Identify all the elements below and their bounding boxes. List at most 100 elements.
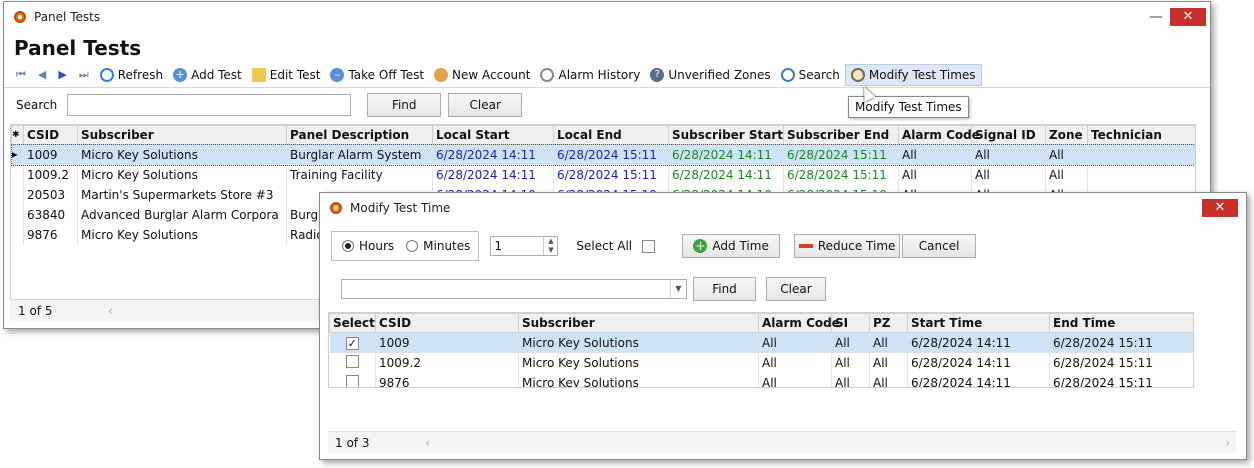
cell-csid: 1009.2 bbox=[375, 352, 519, 373]
amount-spinner[interactable]: 1 ▲ ▼ bbox=[490, 236, 559, 256]
minimize-icon[interactable]: — bbox=[1142, 9, 1170, 25]
edit-test-label: Edit Test bbox=[269, 67, 321, 82]
last-record-icon[interactable]: ⏭ bbox=[73, 68, 95, 82]
cell-csid: 20503 bbox=[23, 184, 78, 205]
refresh-button[interactable]: Refresh bbox=[95, 64, 168, 86]
cell-local-start: 6/28/2024 14:11 bbox=[432, 164, 554, 185]
row-checkbox-checked[interactable]: ✓ bbox=[345, 336, 359, 350]
scroll-right-icon[interactable]: › bbox=[1225, 436, 1230, 450]
col-csid[interactable]: CSID bbox=[23, 125, 78, 145]
cell-technician bbox=[1087, 164, 1195, 185]
cancel-button[interactable]: Cancel bbox=[902, 234, 977, 258]
new-account-button[interactable]: New Account bbox=[429, 64, 535, 86]
cell-subscriber: Micro Key Solutions bbox=[518, 332, 759, 353]
take-off-test-button[interactable]: – Take Off Test bbox=[325, 64, 429, 86]
col-subscriber[interactable]: Subscriber bbox=[77, 125, 287, 145]
cell-subscriber: Micro Key Solutions bbox=[518, 352, 759, 373]
radio-off-icon bbox=[406, 240, 419, 252]
add-time-label: Add Time bbox=[712, 239, 769, 253]
cell-local-start: 6/28/2024 14:11 bbox=[432, 144, 554, 165]
col-local-end[interactable]: Local End bbox=[553, 125, 669, 145]
modify-test-times-button[interactable]: Modify Test Times bbox=[844, 63, 982, 86]
col-signal-id[interactable]: Signal ID bbox=[971, 125, 1046, 145]
filter-combobox[interactable]: ▼ bbox=[341, 279, 687, 299]
col-panel-description[interactable]: Panel Description bbox=[286, 125, 433, 145]
dialog-filter-row: ▼ Find Clear bbox=[341, 277, 826, 301]
edit-test-button[interactable]: Edit Test bbox=[247, 64, 326, 86]
table-row[interactable]: 1009.2 Micro Key Solutions Training Faci… bbox=[11, 164, 1195, 185]
cell-subscriber-start: 6/28/2024 14:11 bbox=[668, 144, 784, 165]
dialog-close-button[interactable]: ✕ bbox=[1202, 199, 1238, 217]
row-indicator-header: ✱ bbox=[11, 125, 24, 145]
search-label: Search bbox=[798, 67, 840, 82]
unverified-zones-button[interactable]: ? Unverified Zones bbox=[645, 64, 775, 86]
row-checkbox[interactable] bbox=[345, 374, 359, 387]
spinner-arrows-icon[interactable]: ▲ ▼ bbox=[543, 237, 557, 255]
clock-icon bbox=[850, 67, 865, 82]
first-record-icon[interactable]: ⏮ bbox=[10, 68, 32, 82]
col-technician[interactable]: Technician bbox=[1087, 125, 1195, 145]
next-record-icon[interactable]: ▶ bbox=[52, 68, 72, 81]
col-alarm-code[interactable]: Alarm Code bbox=[898, 125, 980, 145]
dialog-titlebar: Modify Test Time ✕ bbox=[320, 193, 1246, 223]
cell-select bbox=[329, 372, 376, 387]
col-end-time[interactable]: End Time bbox=[1049, 313, 1193, 333]
add-time-button[interactable]: + Add Time bbox=[682, 234, 781, 258]
cell-start-time: 6/28/2024 14:11 bbox=[907, 332, 1050, 353]
add-test-label: Add Test bbox=[191, 67, 242, 82]
cell-alarm-code: All bbox=[758, 332, 832, 353]
table-row[interactable]: 1009.2 Micro Key Solutions All All All 6… bbox=[329, 352, 1193, 373]
cell-alarm-code: All bbox=[758, 372, 832, 387]
col-si[interactable]: SI bbox=[831, 313, 870, 333]
dialog-clear-button[interactable]: Clear bbox=[766, 277, 826, 301]
cell-subscriber-end: 6/28/2024 15:11 bbox=[783, 144, 899, 165]
col-subscriber-start[interactable]: Subscriber Start bbox=[668, 125, 784, 145]
scroll-left-icon[interactable]: ‹ bbox=[425, 436, 430, 450]
col-pz[interactable]: PZ bbox=[869, 313, 908, 333]
previous-record-icon[interactable]: ◀ bbox=[32, 68, 52, 81]
row-checkbox[interactable] bbox=[345, 354, 359, 368]
col-subscriber[interactable]: Subscriber bbox=[518, 313, 759, 333]
clear-button[interactable]: Clear bbox=[448, 93, 523, 117]
cell-end-time: 6/28/2024 15:11 bbox=[1049, 352, 1193, 373]
dialog-find-button[interactable]: Find bbox=[693, 277, 756, 301]
chevron-down-icon[interactable]: ▼ bbox=[670, 280, 686, 298]
app-logo-icon bbox=[14, 11, 26, 23]
cell-subscriber: Martin's Supermarkets Store #3 bbox=[77, 184, 287, 205]
cell-panel-description: Burglar Alarm System bbox=[286, 144, 433, 165]
table-row[interactable]: 9876 Micro Key Solutions All All All 6/2… bbox=[329, 372, 1193, 387]
record-count: 1 of 5 bbox=[18, 303, 53, 318]
add-icon: + bbox=[173, 67, 188, 82]
col-start-time[interactable]: Start Time bbox=[907, 313, 1050, 333]
find-button[interactable]: Find bbox=[367, 93, 442, 117]
add-test-button[interactable]: + Add Test bbox=[168, 64, 247, 86]
col-select[interactable]: Select bbox=[329, 313, 376, 333]
filter-value[interactable] bbox=[342, 280, 670, 298]
new-account-label: New Account bbox=[452, 67, 531, 82]
col-subscriber-end[interactable]: Subscriber End bbox=[783, 125, 899, 145]
col-zone[interactable]: Zone bbox=[1045, 125, 1088, 145]
alarm-history-button[interactable]: Alarm History bbox=[535, 64, 645, 86]
cell-end-time: 6/28/2024 15:11 bbox=[1049, 332, 1193, 353]
hours-radio[interactable]: Hours bbox=[342, 239, 394, 253]
cell-panel-description: Training Facility bbox=[286, 164, 433, 185]
col-csid[interactable]: CSID bbox=[375, 313, 519, 333]
col-local-start[interactable]: Local Start bbox=[432, 125, 554, 145]
minutes-radio[interactable]: Minutes bbox=[406, 239, 470, 253]
cell-zone: All bbox=[1045, 144, 1088, 165]
cell-pz: All bbox=[869, 332, 908, 353]
select-all-checkbox[interactable] bbox=[642, 239, 656, 253]
search-bar: Search Find Clear bbox=[4, 88, 1210, 122]
table-row[interactable]: ✓ 1009 Micro Key Solutions All All All 6… bbox=[329, 332, 1193, 353]
reduce-time-button[interactable]: Reduce Time bbox=[794, 234, 901, 258]
radio-on-icon bbox=[342, 240, 354, 252]
search-button[interactable]: Search bbox=[776, 64, 845, 86]
table-row[interactable]: ▶ 1009 Micro Key Solutions Burglar Alarm… bbox=[11, 143, 1195, 166]
amount-value[interactable]: 1 bbox=[491, 237, 543, 255]
close-button[interactable]: ✕ bbox=[1170, 8, 1206, 26]
search-input[interactable] bbox=[67, 94, 352, 116]
dialog-footer: 1 of 3 ‹ › bbox=[328, 431, 1236, 453]
cell-subscriber: Micro Key Solutions bbox=[77, 164, 287, 185]
col-alarm-code[interactable]: Alarm Code bbox=[758, 313, 840, 333]
scroll-left-icon[interactable]: ‹ bbox=[108, 304, 113, 318]
